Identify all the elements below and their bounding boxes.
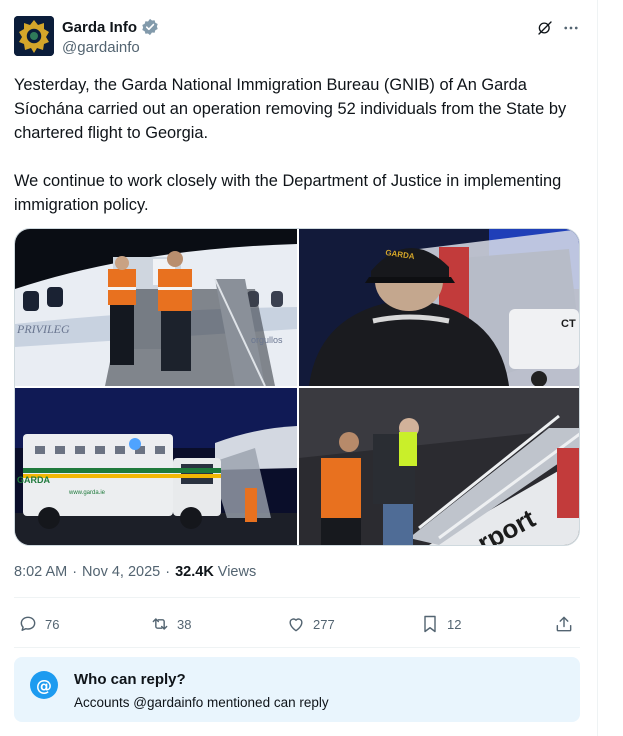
bookmark-icon <box>424 615 436 633</box>
repost-button[interactable]: 38 <box>150 609 191 639</box>
media-caption: orgullos <box>251 335 283 345</box>
tweet-paragraph: Yesterday, the Garda National Immigratio… <box>14 76 567 142</box>
repost-icon <box>152 618 168 630</box>
garda-crest-logo <box>14 16 54 56</box>
tweet-text: Yesterday, the Garda National Immigratio… <box>14 73 584 241</box>
media-image-3[interactable]: GARDA www.garda.ie <box>15 388 297 545</box>
share-icon <box>556 616 572 632</box>
media-image-4[interactable]: rport <box>299 388 579 545</box>
tweet-detail: Garda Info @gardainfo Yesterday, the Gar… <box>0 0 598 736</box>
like-button[interactable]: 277 <box>286 609 335 639</box>
tweet-paragraph: We continue to work closely with the Dep… <box>14 172 562 214</box>
who-can-reply-box: @ Who can reply? Accounts @gardainfo men… <box>14 657 580 722</box>
reply-count: 76 <box>45 616 60 632</box>
heart-icon <box>289 618 303 632</box>
views-count: 32.4K <box>175 564 214 580</box>
tweet-meta: 8:02 AM · Nov 4, 2025 · 32.4K Views <box>14 564 256 580</box>
divider <box>14 597 580 598</box>
verified-badge-icon[interactable] <box>141 18 159 36</box>
media-caption: GARDA <box>17 475 50 485</box>
bookmark-count: 12 <box>447 616 462 632</box>
who-can-reply-subtitle: Accounts @gardainfo mentioned can reply <box>74 695 329 710</box>
like-count: 277 <box>313 616 335 632</box>
author-handle[interactable]: @gardainfo <box>62 39 140 56</box>
media-caption: PRIVILEG <box>16 322 70 336</box>
media-image-2[interactable]: CT GARDA <box>299 229 579 386</box>
mention-icon: @ <box>30 671 58 699</box>
share-button[interactable] <box>554 609 574 639</box>
divider <box>14 647 580 648</box>
meta-separator: · <box>72 564 78 580</box>
who-can-reply-title: Who can reply? <box>74 671 186 688</box>
media-image-1[interactable]: PRIVILEG orgullos <box>15 229 297 386</box>
bookmark-button[interactable]: 12 <box>420 609 461 639</box>
tweet-time[interactable]: 8:02 AM <box>14 564 67 580</box>
media-caption: CT <box>561 318 576 330</box>
more-icon[interactable] <box>560 17 582 39</box>
avatar[interactable] <box>14 16 54 56</box>
reply-icon <box>20 616 36 631</box>
repost-count: 38 <box>177 616 192 632</box>
grok-icon[interactable] <box>534 17 556 39</box>
views-label: Views <box>217 564 257 580</box>
tweet-date[interactable]: Nov 4, 2025 <box>82 564 160 580</box>
media-grid: PRIVILEG orgullos CT GARDA GARDA www.gar… <box>14 228 580 546</box>
author-name[interactable]: Garda Info <box>62 19 137 36</box>
reply-button[interactable]: 76 <box>18 609 59 639</box>
meta-separator: · <box>165 564 171 580</box>
tweet-actions: 76 38 277 12 <box>14 609 580 639</box>
media-caption: www.garda.ie <box>68 490 106 496</box>
